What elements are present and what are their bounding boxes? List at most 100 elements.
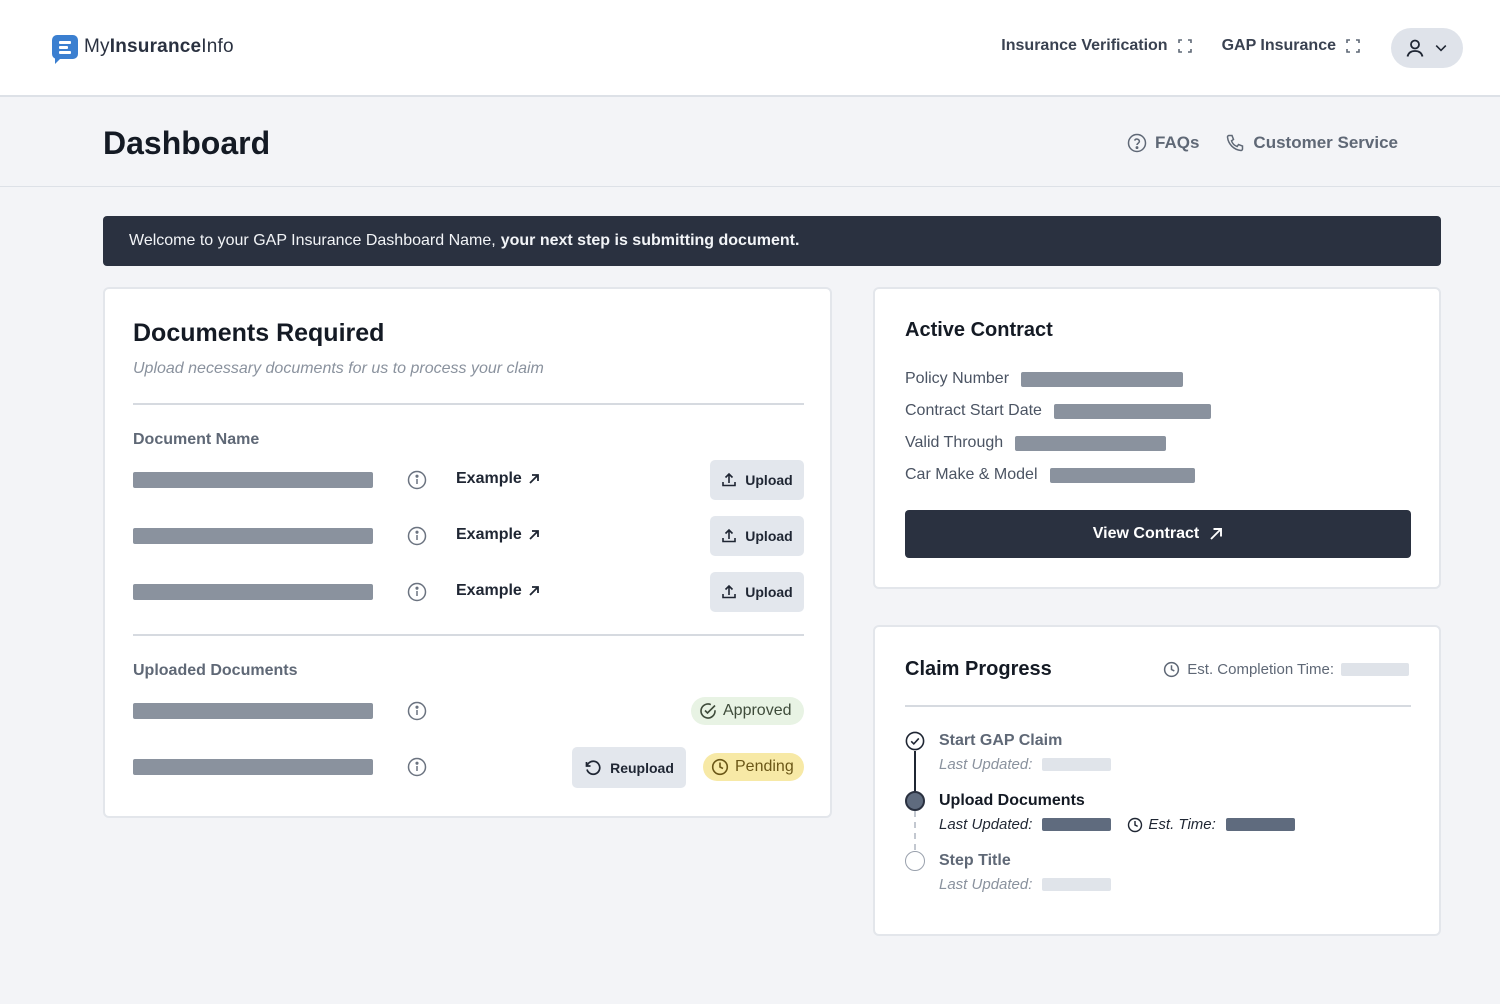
nav-link-insurance-verification[interactable]: Insurance Verification bbox=[1001, 37, 1192, 55]
logo[interactable]: My Insurance Info bbox=[52, 35, 234, 59]
documents-subtitle: Upload necessary documents for us to pro… bbox=[133, 360, 544, 377]
info-icon[interactable] bbox=[407, 470, 427, 490]
pending-label: Pending bbox=[735, 758, 794, 775]
logo-suffix: Info bbox=[201, 36, 234, 57]
top-navbar: My Insurance Info Insurance Verification G… bbox=[0, 0, 1500, 97]
claim-progress-title: Claim Progress bbox=[905, 658, 1052, 680]
est-time-label: Est. Time: bbox=[1148, 816, 1216, 833]
last-updated-label: Last Updated: bbox=[939, 816, 1033, 833]
page-title: Dashboard bbox=[103, 125, 271, 161]
customer-service-link[interactable]: Customer Service bbox=[1225, 133, 1398, 153]
example-label: Example bbox=[456, 582, 522, 599]
uploaded-documents-label: Uploaded Documents bbox=[133, 662, 298, 679]
contract-field-car-make-model: Car Make & Model bbox=[905, 466, 1195, 484]
contract-field-policy-number: Policy Number bbox=[905, 370, 1184, 388]
field-value-placeholder bbox=[1015, 435, 1167, 451]
active-contract-card: Active Contract Policy Number Contract S… bbox=[873, 287, 1441, 589]
upload-label: Upload bbox=[745, 584, 793, 600]
step-title: Start GAP Claim bbox=[939, 732, 1063, 749]
user-icon bbox=[1406, 39, 1424, 57]
reupload-button[interactable]: Reupload bbox=[572, 747, 686, 788]
example-link[interactable]: Example bbox=[456, 582, 540, 600]
contract-field-start-date: Contract Start Date bbox=[905, 402, 1211, 420]
customer-service-label: Customer Service bbox=[1253, 133, 1398, 152]
document-name-placeholder bbox=[133, 584, 373, 600]
header-links: FAQs Customer Service bbox=[1127, 133, 1398, 153]
status-badge-approved: Approved bbox=[691, 697, 804, 725]
upload-button[interactable]: Upload bbox=[710, 460, 804, 500]
document-name-label: Document Name bbox=[133, 431, 260, 448]
faqs-link[interactable]: FAQs bbox=[1127, 133, 1199, 153]
documents-title: Documents Required bbox=[133, 319, 385, 347]
last-updated-placeholder bbox=[1042, 878, 1112, 891]
banner-emphasis: your next step is submitting document. bbox=[500, 232, 800, 249]
field-value-placeholder bbox=[1049, 467, 1195, 483]
clock-icon bbox=[1128, 817, 1143, 832]
example-label: Example bbox=[456, 526, 522, 543]
arrow-up-right-icon bbox=[1210, 528, 1223, 540]
logo-icon bbox=[52, 35, 78, 59]
reupload-label: Reupload bbox=[610, 759, 674, 776]
help-circle-icon bbox=[1127, 133, 1147, 153]
field-value-placeholder bbox=[1021, 371, 1184, 387]
upload-icon bbox=[722, 528, 737, 543]
nav-links: Insurance Verification GAP Insurance bbox=[1001, 37, 1360, 55]
logo-text: My Insurance Info bbox=[84, 36, 234, 58]
step-title: Upload Documents bbox=[939, 792, 1085, 809]
nav-link-label: Insurance Verification bbox=[1001, 37, 1168, 54]
upload-label: Upload bbox=[745, 472, 793, 488]
view-contract-button[interactable]: View Contract bbox=[905, 510, 1411, 558]
phone-icon bbox=[1227, 134, 1244, 152]
nav-link-gap-insurance[interactable]: GAP Insurance bbox=[1222, 37, 1360, 55]
step-est-time: Est. Time: bbox=[1127, 816, 1216, 833]
expand-icon bbox=[1177, 39, 1192, 53]
view-contract-label: View Contract bbox=[1092, 525, 1200, 542]
step-meta: Last Updated: Est. Time: bbox=[939, 816, 1295, 833]
info-icon[interactable] bbox=[407, 526, 427, 546]
field-label: Contract Start Date bbox=[905, 402, 1042, 419]
step-current-dot bbox=[905, 791, 925, 811]
step-upcoming-dot bbox=[905, 851, 925, 871]
contract-title: Active Contract bbox=[905, 319, 1053, 341]
est-time-placeholder bbox=[1225, 818, 1295, 831]
arrow-up-right-icon bbox=[529, 586, 539, 596]
last-updated-label: Last Updated: bbox=[939, 756, 1033, 773]
approved-label: Approved bbox=[723, 702, 792, 719]
upload-button[interactable]: Upload bbox=[710, 572, 804, 612]
example-link[interactable]: Example bbox=[456, 470, 540, 488]
document-name-placeholder bbox=[133, 472, 373, 488]
banner-text: Welcome to your GAP Insurance Dashboard … bbox=[129, 232, 496, 249]
upload-button[interactable]: Upload bbox=[710, 516, 804, 556]
faqs-label: FAQs bbox=[1155, 133, 1200, 152]
example-link[interactable]: Example bbox=[456, 526, 540, 544]
check-circle-icon bbox=[700, 703, 716, 719]
last-updated-placeholder bbox=[1042, 758, 1112, 771]
contract-field-valid-through: Valid Through bbox=[905, 434, 1167, 452]
divider bbox=[133, 403, 804, 405]
est-completion-label: Est. Completion Time: bbox=[1187, 661, 1334, 678]
field-label: Valid Through bbox=[905, 434, 1004, 451]
logo-prefix: My bbox=[84, 36, 110, 57]
example-label: Example bbox=[456, 470, 522, 487]
divider bbox=[905, 705, 1411, 707]
info-icon[interactable] bbox=[407, 701, 427, 721]
page-header: Dashboard FAQs Customer Service bbox=[0, 97, 1500, 187]
claim-progress-card: Claim Progress Est. Completion Time: Sta… bbox=[873, 625, 1441, 936]
documents-required-card: Documents Required Upload necessary docu… bbox=[103, 287, 832, 818]
info-icon[interactable] bbox=[407, 757, 427, 777]
step-title: Step Title bbox=[939, 852, 1011, 869]
est-completion-time: Est. Completion Time: bbox=[1163, 661, 1409, 678]
uploaded-document-placeholder bbox=[133, 703, 373, 719]
upload-label: Upload bbox=[745, 528, 793, 544]
step-meta: Last Updated: bbox=[939, 876, 1112, 893]
document-name-placeholder bbox=[133, 528, 373, 544]
last-updated-placeholder bbox=[1042, 818, 1112, 831]
status-badge-pending: Pending bbox=[703, 753, 804, 781]
uploaded-document-placeholder bbox=[133, 759, 373, 775]
est-completion-placeholder bbox=[1341, 663, 1409, 676]
arrow-up-right-icon bbox=[529, 474, 539, 484]
divider bbox=[133, 634, 804, 636]
expand-icon bbox=[1346, 39, 1360, 53]
user-menu-button[interactable] bbox=[1391, 28, 1463, 68]
info-icon[interactable] bbox=[407, 582, 427, 602]
